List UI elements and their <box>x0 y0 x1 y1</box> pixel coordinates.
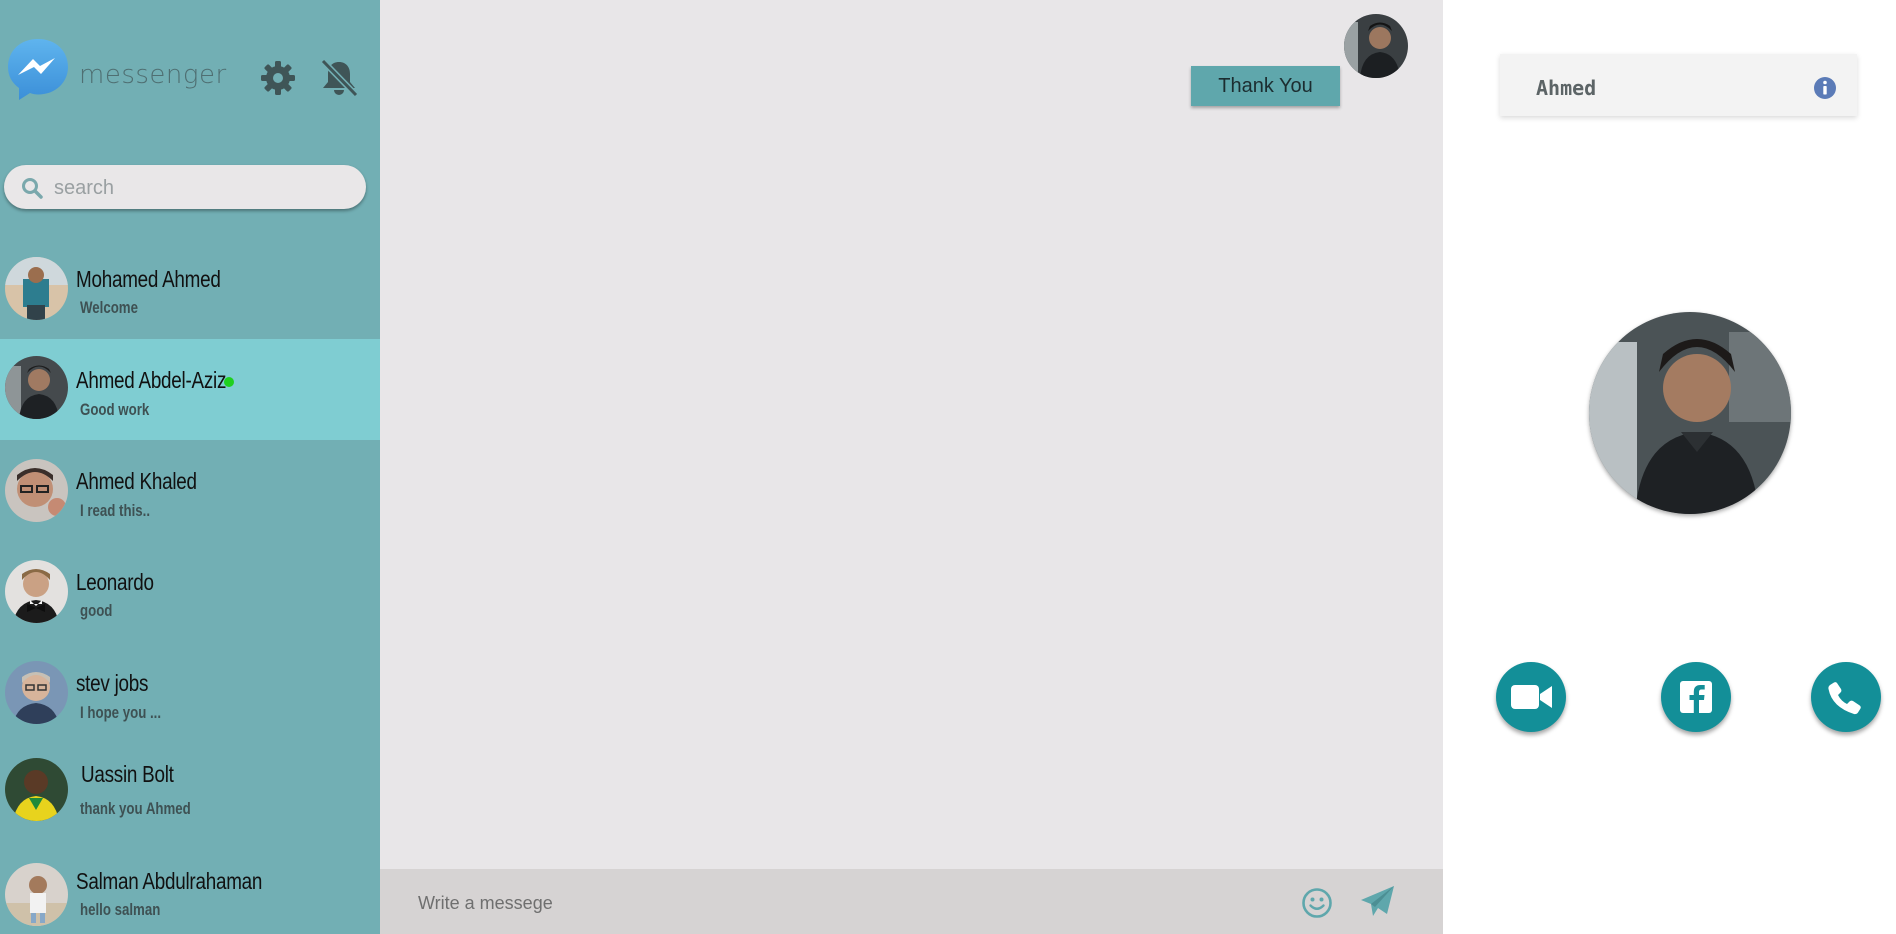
avatar <box>5 257 68 320</box>
facebook-button[interactable] <box>1661 662 1731 732</box>
paper-plane-icon[interactable] <box>1360 885 1396 924</box>
profile-name: Ahmed <box>1536 76 1597 100</box>
contact-name: Ahmed Abdel-Aziz <box>76 367 227 393</box>
contact-item-mohamed-ahmed[interactable]: Mohamed Ahmed Welcome <box>0 238 380 339</box>
contact-last-message: good <box>80 601 113 620</box>
contact-last-message: Welcome <box>80 298 138 317</box>
contact-last-message: hello salman <box>80 900 161 919</box>
contact-item-leonardo[interactable]: Leonardo good <box>0 541 380 642</box>
video-camera-icon <box>1511 685 1552 709</box>
contact-item-ahmed-khaled[interactable]: Ahmed Khaled I read this.. <box>0 440 380 541</box>
profile-avatar <box>1589 312 1791 514</box>
phone-icon <box>1828 682 1861 715</box>
profile-name-card: Ahmed <box>1500 54 1857 116</box>
contact-item-uassin-bolt[interactable]: Uassin Bolt thank you Ahmed <box>0 743 380 844</box>
avatar <box>5 863 68 926</box>
contact-item-ahmed-abdel-aziz[interactable]: Ahmed Abdel-Aziz Good work <box>0 339 380 440</box>
contact-last-message: thank you Ahmed <box>80 799 191 818</box>
search-box[interactable] <box>4 165 366 209</box>
sidebar: messenger search Mohamed Ahmed Welcome A… <box>0 0 380 934</box>
chat-area: Thank You <box>380 0 1443 934</box>
contact-last-message: I hope you ... <box>80 703 162 722</box>
contact-last-message: I read this.. <box>80 501 151 520</box>
smiley-icon[interactable] <box>1301 887 1333 924</box>
gear-icon[interactable] <box>260 60 296 96</box>
message-composer <box>380 869 1443 934</box>
sender-avatar <box>1344 14 1408 78</box>
avatar <box>5 459 68 522</box>
online-indicator <box>224 377 234 387</box>
info-icon[interactable] <box>1813 76 1837 105</box>
contact-last-message: Good work <box>80 400 150 419</box>
contact-name: stev jobs <box>76 670 149 696</box>
avatar <box>5 758 68 821</box>
phone-call-button[interactable] <box>1811 662 1881 732</box>
contact-name: Uassin Bolt <box>81 761 174 787</box>
contact-list: Mohamed Ahmed Welcome Ahmed Abdel-Aziz G… <box>0 238 380 934</box>
avatar <box>5 560 68 623</box>
search-icon <box>22 178 43 199</box>
search-input[interactable] <box>52 173 356 203</box>
message-input[interactable] <box>416 887 1270 919</box>
messenger-logo <box>4 35 72 103</box>
contact-item-salman-abdulrahaman[interactable]: Salman Abdulrahaman hello salman <box>0 844 380 934</box>
avatar <box>5 356 68 419</box>
bell-slash-icon[interactable] <box>318 58 360 98</box>
contact-name: Leonardo <box>76 569 154 595</box>
profile-panel: Ahmed <box>1443 0 1896 934</box>
contact-item-stev-jobs[interactable]: stev jobs I hope you ... <box>0 642 380 743</box>
message-bubble-sent: Thank You <box>1191 66 1340 106</box>
brand-name: messenger <box>79 60 227 90</box>
video-call-button[interactable] <box>1496 662 1566 732</box>
contact-name: Salman Abdulrahaman <box>76 868 263 894</box>
avatar <box>5 661 68 724</box>
contact-name: Mohamed Ahmed <box>76 266 221 292</box>
facebook-icon <box>1680 681 1712 713</box>
contact-name: Ahmed Khaled <box>76 468 197 494</box>
